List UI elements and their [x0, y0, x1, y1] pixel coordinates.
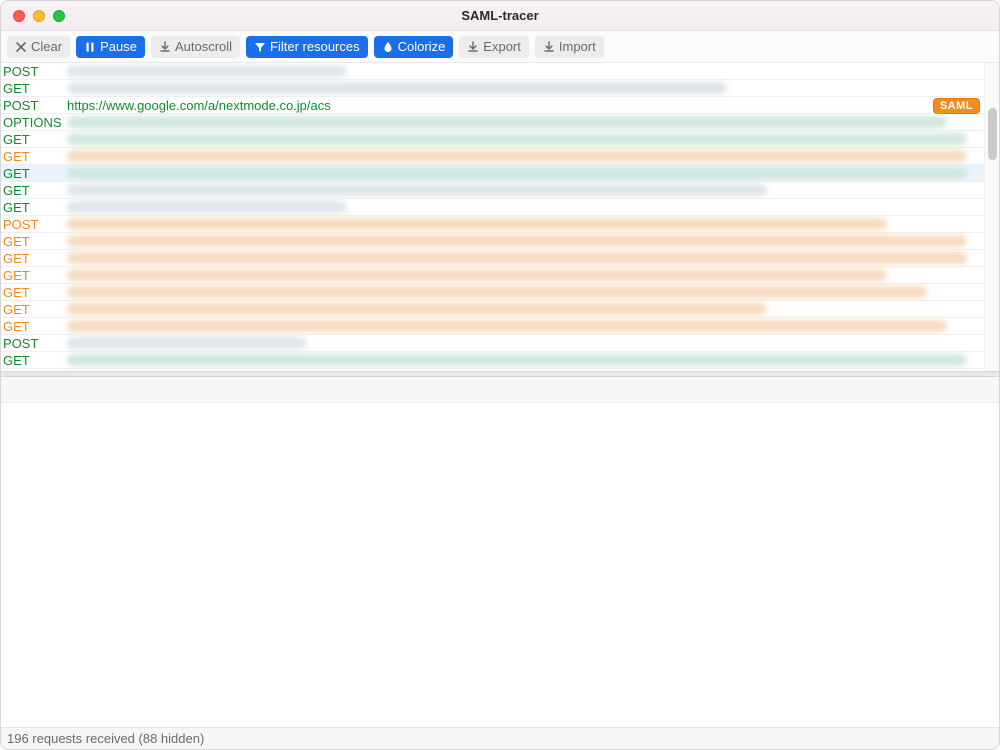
redacted-url — [67, 133, 967, 145]
clear-label: Clear — [31, 39, 62, 54]
redacted-url — [67, 303, 767, 315]
request-row[interactable]: GET — [1, 284, 984, 301]
request-row[interactable]: OPTIONS — [1, 114, 984, 131]
request-row[interactable]: GET — [1, 318, 984, 335]
x-icon — [15, 41, 27, 53]
redacted-url — [67, 218, 887, 230]
request-row[interactable]: GET — [1, 182, 984, 199]
http-method: GET — [1, 132, 67, 147]
http-method: GET — [1, 81, 67, 96]
redacted-url — [67, 337, 307, 349]
request-row[interactable]: GET — [1, 301, 984, 318]
redacted-url — [67, 320, 947, 332]
pause-button[interactable]: Pause — [76, 36, 145, 58]
request-row[interactable]: POST — [1, 216, 984, 233]
request-row[interactable]: GET — [1, 352, 984, 369]
clear-button[interactable]: Clear — [7, 36, 70, 58]
autoscroll-button[interactable]: Autoscroll — [151, 36, 240, 58]
http-method: GET — [1, 302, 67, 317]
http-method: GET — [1, 319, 67, 334]
redacted-url — [67, 235, 967, 247]
http-method: POST — [1, 64, 67, 79]
window-controls — [1, 10, 65, 22]
import-icon — [543, 41, 555, 53]
redacted-url — [67, 167, 967, 179]
droplet-icon — [382, 41, 394, 53]
request-row[interactable]: POST — [1, 335, 984, 352]
request-rows[interactable]: POSTGETPOSThttps://www.google.com/a/next… — [1, 63, 984, 371]
request-row[interactable]: GET — [1, 199, 984, 216]
request-list: POSTGETPOSThttps://www.google.com/a/next… — [1, 63, 999, 371]
vertical-scrollbar[interactable] — [984, 63, 999, 371]
request-row[interactable]: GET — [1, 165, 984, 182]
http-method: OPTIONS — [1, 115, 67, 130]
export-icon — [467, 41, 479, 53]
import-label: Import — [559, 39, 596, 54]
app-window: SAML-tracer Clear Pause Autoscroll Filte… — [0, 0, 1000, 750]
redacted-url — [67, 286, 927, 298]
request-row[interactable]: GET — [1, 250, 984, 267]
request-row[interactable]: GET — [1, 80, 984, 97]
autoscroll-label: Autoscroll — [175, 39, 232, 54]
toolbar: Clear Pause Autoscroll Filter resources … — [1, 31, 999, 63]
redacted-url — [67, 184, 767, 196]
http-method: GET — [1, 353, 67, 368]
colorize-label: Colorize — [398, 39, 446, 54]
http-method: GET — [1, 200, 67, 215]
request-row[interactable]: POST — [1, 63, 984, 80]
redacted-url — [67, 252, 967, 264]
close-icon[interactable] — [13, 10, 25, 22]
redacted-url — [67, 269, 887, 281]
scrollbar-thumb[interactable] — [988, 108, 997, 160]
status-bar: 196 requests received (88 hidden) — [1, 727, 999, 749]
status-text: 196 requests received (88 hidden) — [7, 731, 204, 746]
request-row[interactable]: GET — [1, 233, 984, 250]
http-method: POST — [1, 336, 67, 351]
http-method: GET — [1, 251, 67, 266]
redacted-url — [67, 201, 347, 213]
http-method: GET — [1, 166, 67, 181]
titlebar: SAML-tracer — [1, 1, 999, 31]
http-method: GET — [1, 234, 67, 249]
import-button[interactable]: Import — [535, 36, 604, 58]
pause-icon — [84, 41, 96, 53]
saml-badge: SAML — [933, 98, 980, 114]
http-method: GET — [1, 183, 67, 198]
filter-label: Filter resources — [270, 39, 360, 54]
export-button[interactable]: Export — [459, 36, 529, 58]
window-title: SAML-tracer — [1, 8, 999, 23]
redacted-url — [67, 150, 967, 162]
redacted-url — [67, 82, 727, 94]
redacted-url — [67, 354, 967, 366]
export-label: Export — [483, 39, 521, 54]
pause-label: Pause — [100, 39, 137, 54]
http-method: GET — [1, 149, 67, 164]
request-row[interactable]: GET — [1, 131, 984, 148]
minimize-icon[interactable] — [33, 10, 45, 22]
request-url: https://www.google.com/a/nextmode.co.jp/… — [67, 98, 331, 113]
detail-pane — [1, 403, 999, 727]
zoom-icon[interactable] — [53, 10, 65, 22]
http-method: POST — [1, 98, 67, 113]
http-method: GET — [1, 268, 67, 283]
http-method: POST — [1, 217, 67, 232]
download-icon — [159, 41, 171, 53]
request-row[interactable]: GET — [1, 267, 984, 284]
http-method: GET — [1, 285, 67, 300]
detail-tabs — [1, 377, 999, 403]
redacted-url — [67, 65, 347, 77]
filter-resources-button[interactable]: Filter resources — [246, 36, 368, 58]
filter-icon — [254, 41, 266, 53]
request-row[interactable]: GET — [1, 148, 984, 165]
colorize-button[interactable]: Colorize — [374, 36, 454, 58]
redacted-url — [67, 116, 947, 128]
request-row[interactable]: POSThttps://www.google.com/a/nextmode.co… — [1, 97, 984, 114]
